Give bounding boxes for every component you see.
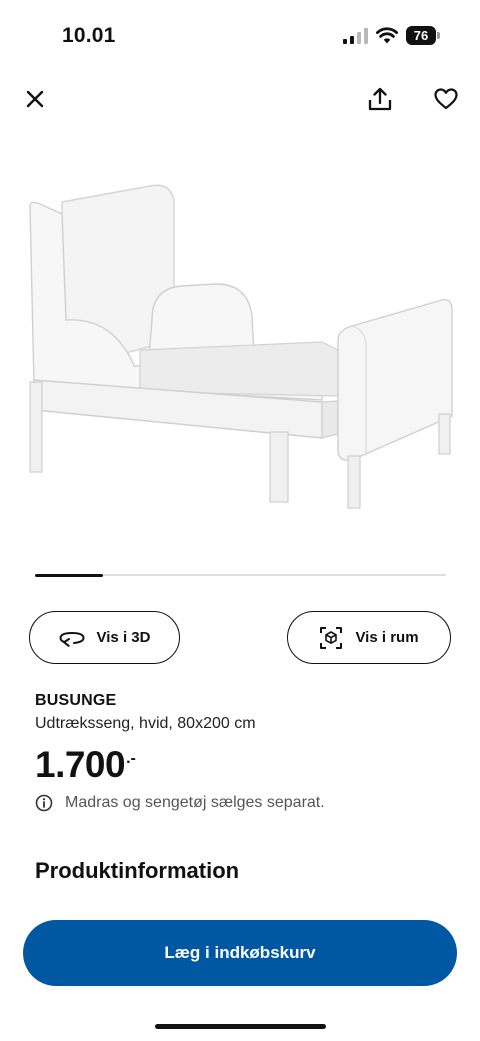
bed-leg: [438, 413, 451, 455]
notice-text: Madras og sengetøj sælges separat.: [65, 794, 325, 811]
battery-tip: [437, 32, 440, 39]
view-3d-label: Vis i 3D: [96, 629, 151, 646]
bed-leg: [347, 455, 361, 509]
price-value: 1.700: [35, 744, 126, 785]
bed-footboard: [337, 299, 453, 461]
rotate-3d-icon: [59, 631, 85, 647]
price-suffix: .-: [126, 750, 136, 767]
product-image[interactable]: [22, 170, 458, 520]
status-time: 10.01: [62, 24, 116, 47]
cellular-signal-icon: [343, 28, 368, 44]
favorite-button[interactable]: [430, 84, 462, 114]
image-carousel-indicator: [35, 573, 446, 577]
wifi-icon: [376, 27, 398, 44]
bed-extension-rail: [321, 400, 339, 439]
close-icon: [26, 90, 44, 108]
carousel-progress: [35, 573, 103, 577]
view-3d-button[interactable]: Vis i 3D: [29, 611, 180, 664]
separate-sale-notice: Madras og sengetøj sælges separat.: [35, 794, 325, 812]
bed-slats: [139, 341, 343, 397]
product-name: BUSUNGE: [35, 692, 117, 709]
product-info-heading[interactable]: Produktinformation: [35, 858, 239, 884]
heart-icon: [434, 88, 458, 110]
augmented-reality-icon: [320, 626, 343, 649]
battery-level: 76: [406, 26, 436, 45]
bed-leg: [29, 381, 43, 473]
info-icon: [35, 794, 53, 812]
close-button[interactable]: [20, 84, 50, 114]
product-price: 1.700 .-: [35, 744, 136, 786]
product-description: Udtræksseng, hvid, 80x200 cm: [35, 715, 256, 732]
add-to-cart-button[interactable]: Læg i indkøbskurv: [23, 920, 457, 986]
share-icon: [368, 87, 392, 111]
view-in-room-label: Vis i rum: [355, 629, 419, 646]
battery-icon: 76: [406, 26, 440, 45]
bed-leg: [269, 431, 289, 503]
home-indicator[interactable]: [155, 1024, 326, 1029]
view-in-room-button[interactable]: Vis i rum: [287, 611, 451, 664]
share-button[interactable]: [364, 82, 396, 116]
status-bar: 10.01 76: [0, 0, 480, 72]
